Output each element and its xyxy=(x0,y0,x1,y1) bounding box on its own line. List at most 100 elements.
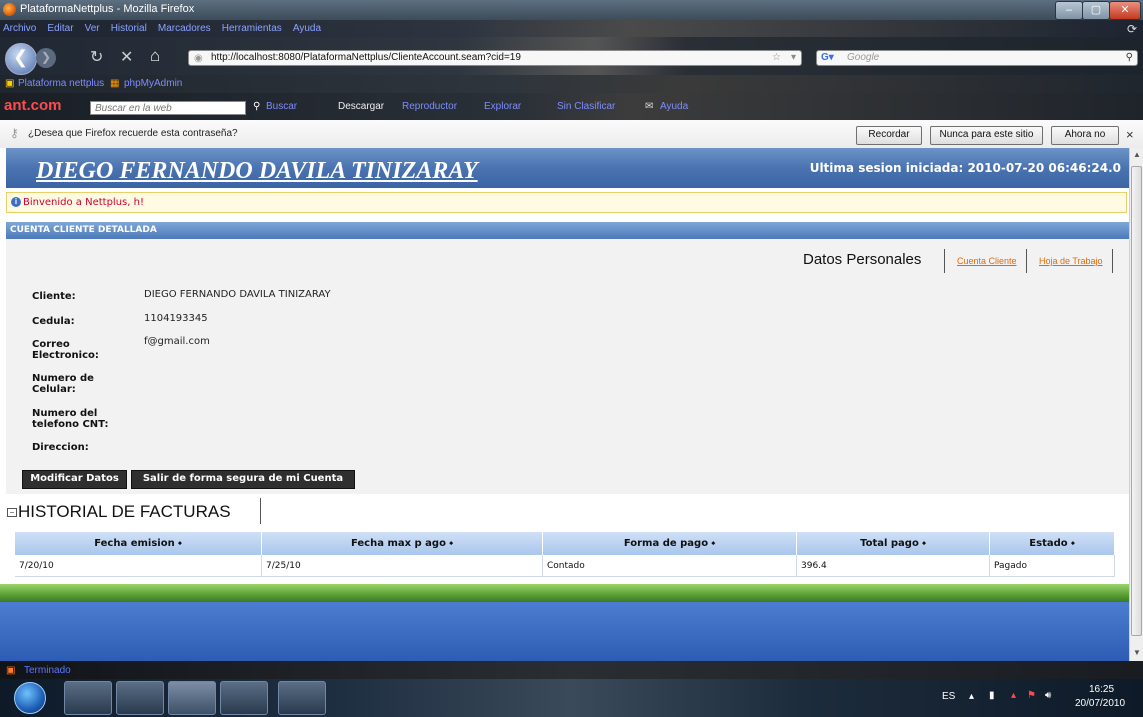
ant-buscar[interactable]: Buscar xyxy=(266,101,297,112)
forward-button[interactable]: ❯ xyxy=(36,48,56,68)
never-for-site-button[interactable]: Nunca para este sitio xyxy=(930,126,1043,145)
start-button[interactable] xyxy=(14,682,46,714)
close-notification-icon[interactable]: × xyxy=(1126,127,1134,142)
bookmarks-toolbar: ▣ Plataforma nettplus ▦ phpMyAdmin xyxy=(0,75,1143,93)
column-fecha-max-pago[interactable]: Fecha max p ago ⬩ xyxy=(261,532,543,555)
menu-historial[interactable]: Historial xyxy=(111,23,147,34)
ant-sin-clasificar[interactable]: Sin Clasificar xyxy=(557,101,615,112)
info-icon: i xyxy=(11,197,21,207)
back-arrow-icon: ❮ xyxy=(13,47,29,67)
back-button[interactable]: ❮ xyxy=(5,43,37,75)
firefox-taskbar-icon[interactable] xyxy=(168,681,216,715)
word-taskbar-icon[interactable] xyxy=(278,681,326,715)
column-estado[interactable]: Estado ⬩ xyxy=(989,532,1115,555)
column-forma-pago[interactable]: Forma de pago ⬩ xyxy=(542,532,797,555)
table-row: 7/20/10 7/25/10 Contado 396.4 Pagado xyxy=(15,555,1115,577)
ant-descargar[interactable]: Descargar xyxy=(338,101,384,112)
menu-marcadores[interactable]: Marcadores xyxy=(158,23,211,34)
remember-button[interactable]: Recordar xyxy=(856,126,922,145)
search-input[interactable]: G▾ Google ⚲ xyxy=(816,50,1138,66)
maximize-button[interactable]: ▢ xyxy=(1082,1,1110,20)
vertical-scrollbar[interactable]: ▲ ▼ xyxy=(1129,148,1143,661)
google-engine-icon[interactable]: G▾ xyxy=(821,51,834,65)
home-icon[interactable]: ⌂ xyxy=(150,46,160,66)
menu-herramientas[interactable]: Herramientas xyxy=(222,23,282,34)
flag-icon[interactable]: ⚑ xyxy=(1027,690,1036,701)
field-value-correo: f@gmail.com xyxy=(144,336,210,347)
section-header: CUENTA CLIENTE DETALLADA xyxy=(6,222,1129,239)
network-icon[interactable]: ▮ xyxy=(989,690,995,701)
password-notification-bar: ⚷ ¿Desea que Firefox recuerde esta contr… xyxy=(0,120,1143,149)
modify-data-button[interactable]: Modificar Datos xyxy=(22,470,127,489)
secure-logout-button[interactable]: Salir de forma segura de mi Cuenta xyxy=(131,470,355,489)
invoice-history-table: Fecha emision ⬩ Fecha max p ago ⬩ Forma … xyxy=(15,532,1115,577)
field-label-telefono: Numero del telefono CNT: xyxy=(32,408,109,430)
tab-separator xyxy=(1112,249,1113,273)
url-dropdown-icon[interactable]: ▾ xyxy=(791,51,796,65)
clock-time[interactable]: 16:25 xyxy=(1089,684,1114,695)
clock-date[interactable]: 20/07/2010 xyxy=(1075,698,1125,709)
tab-separator xyxy=(944,249,945,273)
url-text: http://localhost:8080/PlataformaNettplus… xyxy=(211,52,521,63)
welcome-text: Binvenido a Nettplus, h! xyxy=(23,197,144,208)
section-title: CUENTA CLIENTE DETALLADA xyxy=(10,225,157,235)
window-title: PlataformaNettplus - Mozilla Firefox xyxy=(20,3,195,15)
ant-search-icon: ⚲ xyxy=(253,101,261,112)
reload-icon[interactable]: ↻ xyxy=(90,47,103,67)
column-total-pago[interactable]: Total pago ⬩ xyxy=(796,532,990,555)
mail-icon: ✉ xyxy=(645,101,654,112)
messenger-taskbar-icon[interactable] xyxy=(64,681,112,715)
menu-ayuda[interactable]: Ayuda xyxy=(293,23,321,34)
cell-fecha-max-pago: 7/25/10 xyxy=(261,555,543,577)
ant-logo[interactable]: ant.com xyxy=(4,97,62,114)
footer-green-band xyxy=(0,584,1129,602)
scroll-up-icon[interactable]: ▲ xyxy=(1133,150,1141,159)
title-separator xyxy=(260,498,261,524)
url-input[interactable]: ◉ http://localhost:8080/PlataformaNettpl… xyxy=(188,50,802,66)
not-now-button[interactable]: Ahora no xyxy=(1051,126,1119,145)
menu-editar[interactable]: Editar xyxy=(47,23,73,34)
language-indicator[interactable]: ES xyxy=(942,691,955,702)
menu-archivo[interactable]: Archivo xyxy=(3,23,36,34)
search-placeholder: Google xyxy=(847,52,880,63)
scroll-down-icon[interactable]: ▼ xyxy=(1133,648,1141,657)
ant-search-input[interactable]: Buscar en la web xyxy=(90,101,246,115)
tray-expand-icon[interactable]: ▴ xyxy=(969,691,974,702)
menu-bar: Archivo Editar Ver Historial Marcadores … xyxy=(0,20,1143,37)
tab-hoja-de-trabajo[interactable]: Hoja de Trabajo xyxy=(1039,256,1103,266)
bookmark-star-icon[interactable]: ☆ xyxy=(772,51,781,65)
password-message: ¿Desea que Firefox recuerde esta contras… xyxy=(28,128,238,139)
window-titlebar: PlataformaNettplus - Mozilla Firefox – ▢… xyxy=(0,0,1143,20)
bookmark-phpmyadmin[interactable]: phpMyAdmin xyxy=(124,78,182,89)
cell-total-pago: 396.4 xyxy=(796,555,990,577)
cell-estado: Pagado xyxy=(989,555,1115,577)
ant-ayuda[interactable]: Ayuda xyxy=(660,101,688,112)
navigation-toolbar: ❮ ❯ ↻ ✕ ⌂ ◉ http://localhost:8080/Plataf… xyxy=(0,37,1143,75)
search-icon[interactable]: ⚲ xyxy=(1126,51,1133,65)
column-fecha-emision[interactable]: Fecha emision ⬩ xyxy=(15,532,262,555)
page-header: DIEGO FERNANDO DAVILA TINIZARAY Ultima s… xyxy=(6,148,1129,188)
field-label-celular: Numero de Celular: xyxy=(32,373,94,395)
field-label-cliente: Cliente: xyxy=(32,291,76,302)
ant-reproductor[interactable]: Reproductor xyxy=(402,101,457,112)
field-label-cedula: Cedula: xyxy=(32,316,75,327)
eclipse-taskbar-icon[interactable] xyxy=(116,681,164,715)
tab-datos-personales[interactable]: Datos Personales xyxy=(803,251,921,268)
scroll-thumb[interactable] xyxy=(1131,166,1142,636)
ant-toolbar: ant.com Buscar en la web ⚲ Buscar Descar… xyxy=(0,93,1143,120)
close-window-button[interactable]: ✕ xyxy=(1109,1,1141,20)
footer-blue-panel xyxy=(0,602,1129,661)
signal-icon[interactable]: ▴ xyxy=(1011,690,1016,701)
minimize-button[interactable]: – xyxy=(1055,1,1083,20)
tab-cuenta-cliente[interactable]: Cuenta Cliente xyxy=(957,256,1017,266)
user-name-title[interactable]: DIEGO FERNANDO DAVILA TINIZARAY xyxy=(36,158,478,185)
ant-explorar[interactable]: Explorar xyxy=(484,101,521,112)
bookmark-plataforma[interactable]: Plataforma nettplus xyxy=(18,78,104,89)
stop-icon[interactable]: ✕ xyxy=(120,47,133,67)
volume-icon[interactable]: 🔊︎ xyxy=(1045,690,1051,701)
collapse-icon[interactable]: − xyxy=(7,508,17,517)
site-identity-icon: ◉ xyxy=(194,53,203,64)
menu-ver[interactable]: Ver xyxy=(85,23,100,34)
explorer-taskbar-icon[interactable] xyxy=(220,681,268,715)
page-content: DIEGO FERNANDO DAVILA TINIZARAY Ultima s… xyxy=(0,148,1129,661)
